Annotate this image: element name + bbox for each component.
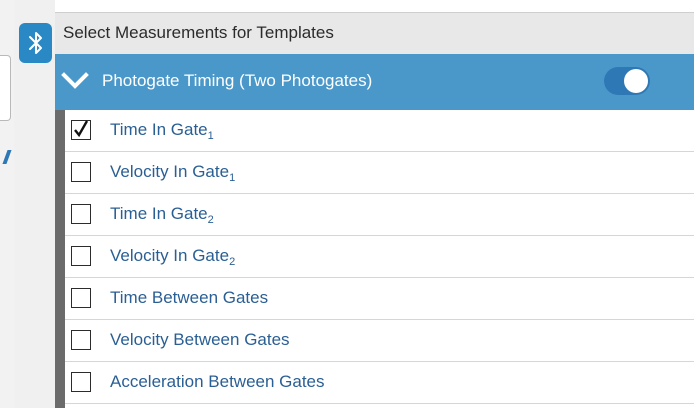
measurement-item-time-between-gates[interactable]: Time Between Gates (65, 278, 694, 320)
background-marker (2, 150, 12, 164)
checkbox[interactable] (71, 162, 91, 182)
group-header-photogate-timing[interactable]: Photogate Timing (Two Photogates) (55, 54, 694, 110)
checkbox[interactable] (71, 204, 91, 224)
measurement-list: Time In Gate1 Velocity In Gate1 Time In … (55, 110, 694, 408)
measurement-item-acceleration-between-gates[interactable]: Acceleration Between Gates (65, 362, 694, 404)
measurement-label: Acceleration Between Gates (110, 372, 325, 391)
group-enable-toggle[interactable] (604, 67, 650, 95)
checkbox[interactable] (71, 330, 91, 350)
background-edge (0, 0, 14, 408)
list-left-bar (55, 110, 65, 408)
measurement-item-velocity-in-gate-1[interactable]: Velocity In Gate1 (65, 152, 694, 194)
measurement-item-velocity-between-gates[interactable]: Velocity Between Gates (65, 320, 694, 362)
measurement-label: Velocity Between Gates (110, 330, 290, 349)
measurements-panel: Select Measurements for Templates Photog… (55, 12, 694, 408)
checkbox[interactable] (71, 372, 91, 392)
measurement-label: Time In Gate1 (110, 120, 214, 142)
measurement-label: Velocity In Gate2 (110, 246, 236, 268)
measurement-item-time-in-gate-1[interactable]: Time In Gate1 (65, 110, 694, 152)
measurement-label: Time Between Gates (110, 288, 269, 307)
checkmark-icon (74, 120, 89, 138)
group-title: Photogate Timing (Two Photogates) (102, 71, 373, 90)
bluetooth-icon[interactable] (19, 23, 52, 63)
panel-header: Select Measurements for Templates (55, 12, 694, 54)
panel-title: Select Measurements for Templates (63, 23, 334, 42)
checkbox[interactable] (71, 288, 91, 308)
measurement-item-velocity-in-gate-2[interactable]: Velocity In Gate2 (65, 236, 694, 278)
checkbox[interactable] (71, 246, 91, 266)
background-tab (0, 55, 11, 121)
checkbox[interactable] (71, 120, 91, 140)
measurement-label: Time In Gate2 (110, 204, 214, 226)
measurement-label: Velocity In Gate1 (110, 162, 236, 184)
toggle-knob (624, 69, 648, 93)
chevron-down-icon[interactable] (60, 66, 90, 96)
measurement-item-time-in-gate-2[interactable]: Time In Gate2 (65, 194, 694, 236)
